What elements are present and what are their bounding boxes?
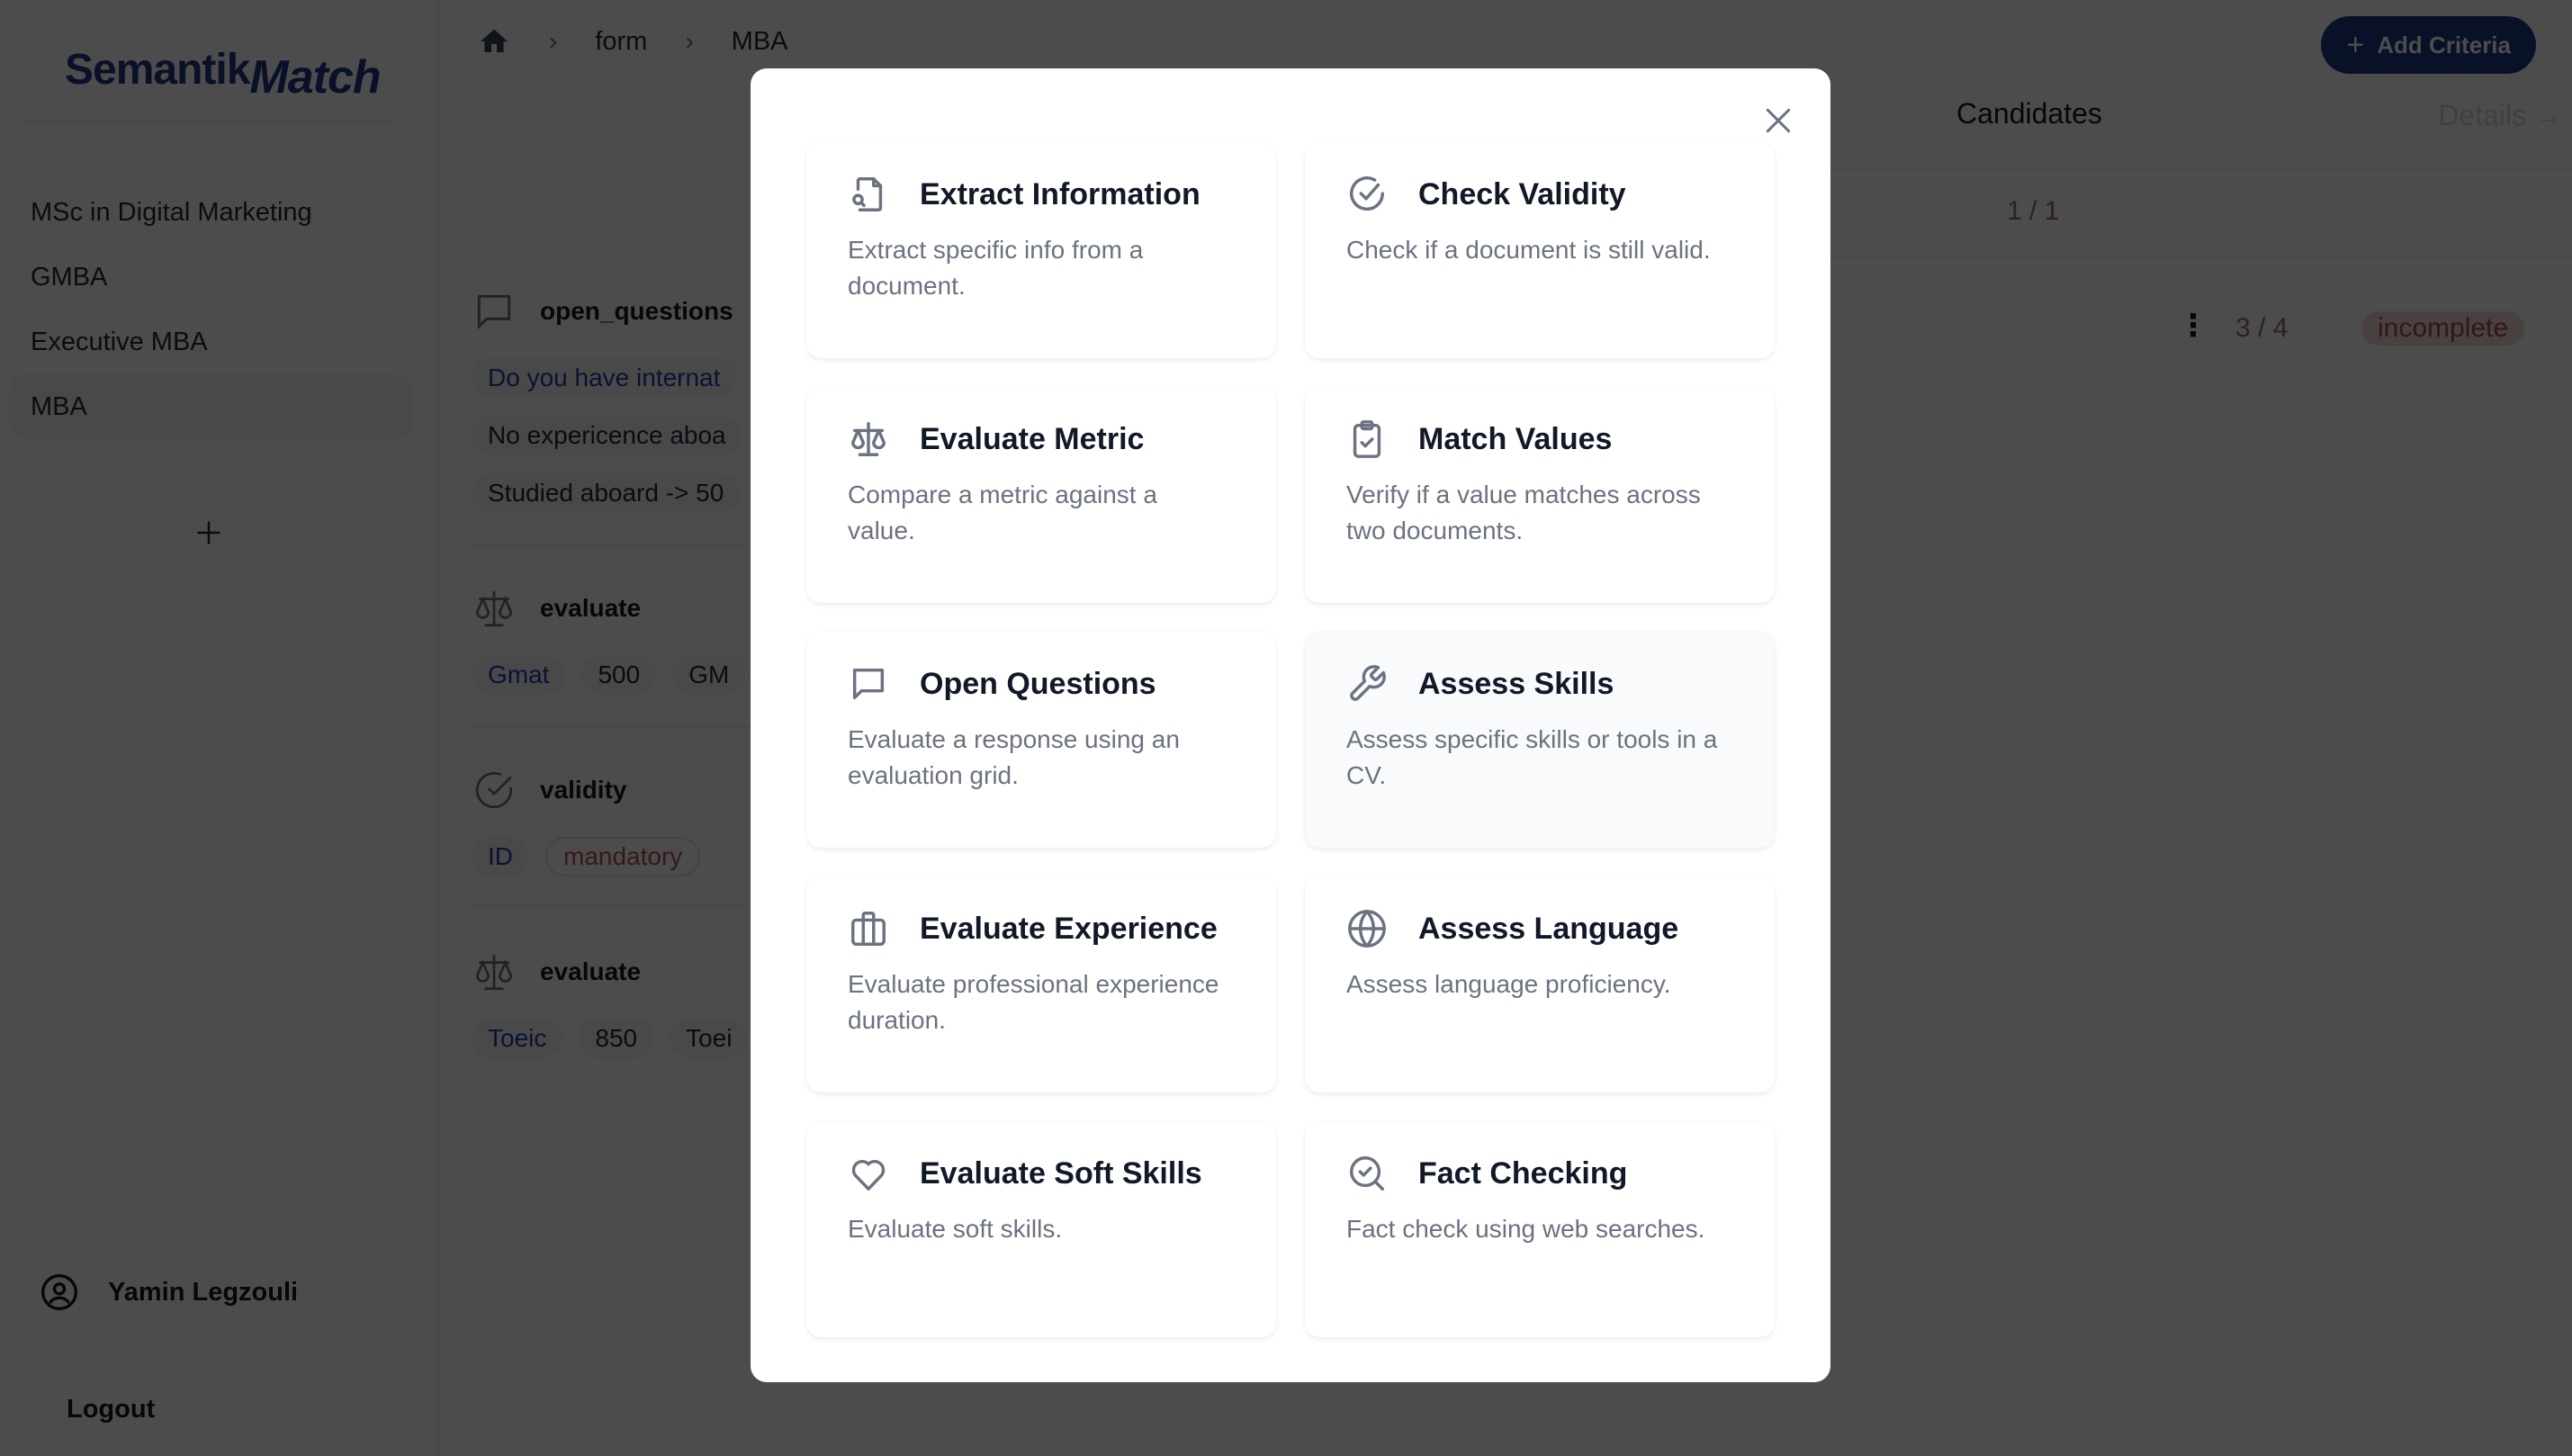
option-title: Evaluate Metric [920, 421, 1145, 456]
file-search-icon [852, 177, 883, 211]
option-title: Assess Skills [1418, 666, 1614, 701]
option-title: Match Values [1418, 421, 1613, 456]
criteria-type-modal: Extract Information Extract specific inf… [751, 68, 1830, 1382]
close-icon[interactable] [1760, 103, 1796, 139]
option-description: Assess specific skills or tools in a CV. [1346, 725, 1718, 789]
search-check-icon [1350, 1156, 1384, 1191]
briefcase-icon [851, 912, 886, 946]
option-description: Evaluate professional experience duratio… [848, 970, 1219, 1034]
option-description: Evaluate soft skills. [848, 1215, 1063, 1243]
criteria-option-grid: Extract Information Extract specific inf… [806, 142, 1775, 1337]
option-description: Evaluate a response using an evaluation … [848, 725, 1180, 789]
option-fact-checking[interactable]: Fact Checking Fact check using web searc… [1305, 1121, 1775, 1337]
clipboard-check-icon [1353, 420, 1381, 458]
option-title: Check Validity [1418, 176, 1626, 211]
check-circle-icon [1350, 176, 1384, 211]
globe-icon [1348, 910, 1386, 948]
option-title: Extract Information [920, 176, 1201, 211]
option-title: Open Questions [920, 666, 1156, 701]
option-description: Assess language proficiency. [1346, 970, 1671, 998]
option-evaluate-experience[interactable]: Evaluate Experience Evaluate professiona… [806, 876, 1276, 1092]
option-description: Check if a document is still valid. [1346, 236, 1711, 264]
option-description: Compare a metric against a value. [848, 481, 1157, 544]
option-evaluate-metric[interactable]: Evaluate Metric Compare a metric against… [806, 387, 1276, 603]
option-description: Fact check using web searches. [1346, 1215, 1705, 1243]
option-description: Verify if a value matches across two doc… [1346, 481, 1701, 544]
option-title: Evaluate Experience [920, 911, 1218, 946]
option-title: Assess Language [1418, 911, 1679, 946]
option-assess-skills[interactable]: Assess Skills Assess specific skills or … [1305, 632, 1775, 848]
option-assess-language[interactable]: Assess Language Assess language proficie… [1305, 876, 1775, 1092]
option-title: Fact Checking [1418, 1155, 1628, 1191]
option-title: Evaluate Soft Skills [920, 1155, 1202, 1191]
heart-icon [851, 1159, 886, 1191]
option-extract-information[interactable]: Extract Information Extract specific inf… [806, 142, 1276, 358]
option-check-validity[interactable]: Check Validity Check if a document is st… [1305, 142, 1775, 358]
option-description: Extract specific info from a document. [848, 236, 1144, 300]
option-evaluate-soft-skills[interactable]: Evaluate Soft Skills Evaluate soft skill… [806, 1121, 1276, 1337]
scale-icon [851, 422, 886, 456]
message-square-icon [852, 668, 885, 700]
option-match-values[interactable]: Match Values Verify if a value matches a… [1305, 387, 1775, 603]
option-open-questions[interactable]: Open Questions Evaluate a response using… [806, 632, 1276, 848]
wrench-icon [1350, 665, 1386, 701]
